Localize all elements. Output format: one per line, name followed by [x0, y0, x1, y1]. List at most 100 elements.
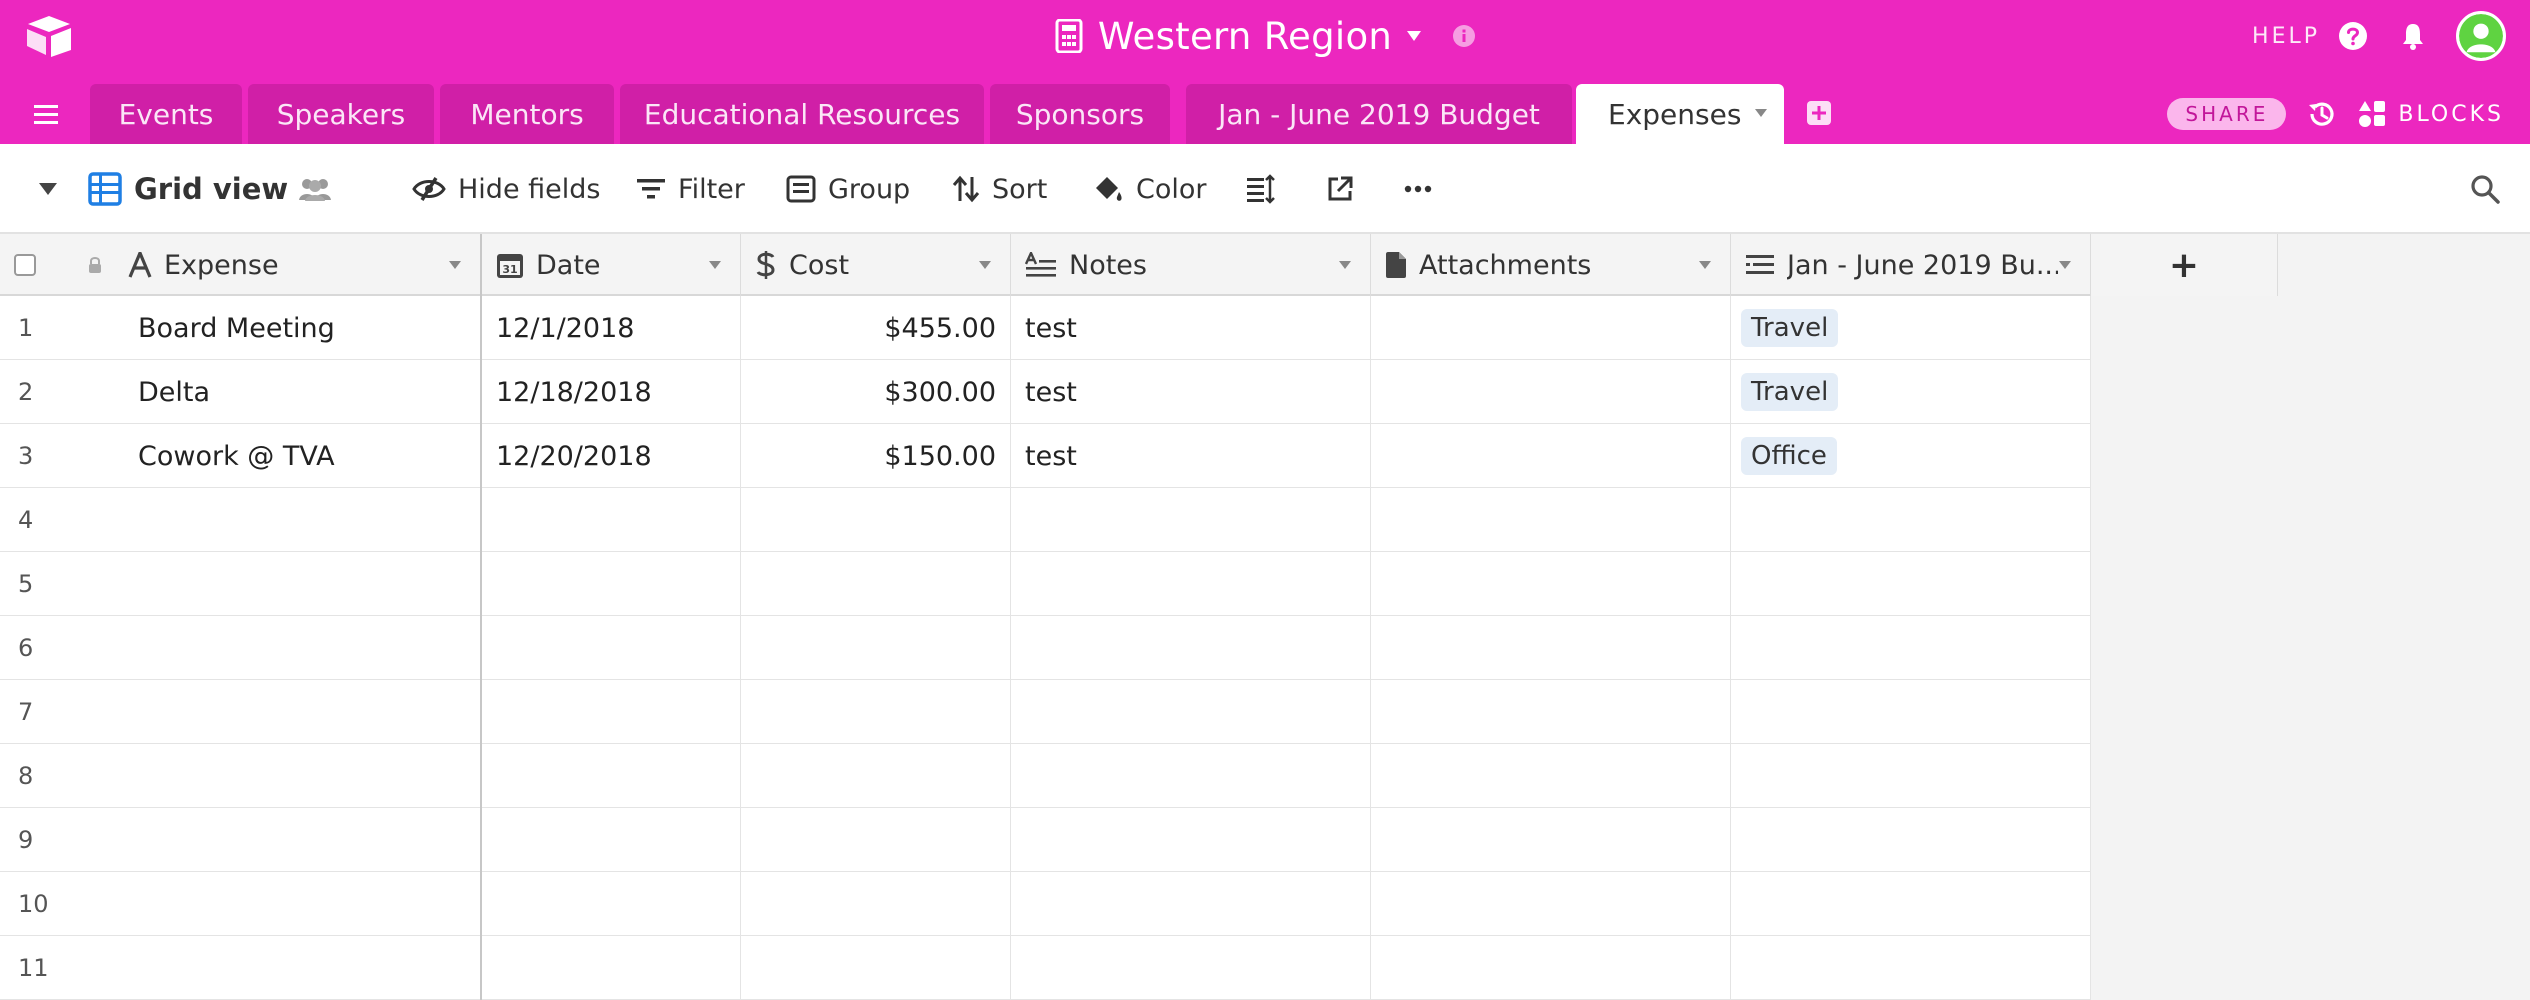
- expense-cell[interactable]: [80, 552, 482, 616]
- date-cell[interactable]: [482, 936, 741, 1000]
- notes-cell[interactable]: [1011, 680, 1371, 744]
- tab-mentors[interactable]: Mentors: [440, 84, 614, 144]
- date-cell[interactable]: 12/1/2018: [482, 296, 741, 360]
- date-cell[interactable]: [482, 616, 741, 680]
- attachments-cell[interactable]: [1371, 872, 1731, 936]
- expense-cell[interactable]: [80, 616, 482, 680]
- tab-sponsors[interactable]: Sponsors: [990, 84, 1170, 144]
- help-icon[interactable]: [2338, 21, 2368, 51]
- linked-record-pill[interactable]: Travel: [1741, 373, 1839, 411]
- notes-cell[interactable]: test: [1011, 360, 1371, 424]
- chevron-down-icon[interactable]: [2058, 260, 2072, 270]
- more-options-button[interactable]: [1404, 144, 1432, 234]
- cost-cell[interactable]: [741, 744, 1011, 808]
- expense-cell[interactable]: [80, 744, 482, 808]
- notes-cell[interactable]: test: [1011, 296, 1371, 360]
- expense-cell[interactable]: [80, 680, 482, 744]
- column-header-budget-link[interactable]: Jan - June 2019 Bu...: [1731, 234, 2091, 296]
- budget-link-cell[interactable]: [1731, 488, 2091, 552]
- table-row[interactable]: 7: [0, 680, 2091, 744]
- history-icon[interactable]: [2306, 98, 2338, 130]
- menu-icon[interactable]: [32, 104, 62, 126]
- tab-budget[interactable]: Jan - June 2019 Budget: [1186, 84, 1572, 144]
- expense-cell[interactable]: Cowork @ TVA: [80, 424, 482, 488]
- add-table-icon[interactable]: [1806, 100, 1832, 126]
- sort-button[interactable]: Sort: [952, 144, 1047, 234]
- attachments-cell[interactable]: [1371, 936, 1731, 1000]
- view-collaborators[interactable]: [298, 144, 332, 234]
- expense-cell[interactable]: [80, 872, 482, 936]
- base-title[interactable]: Western Region: [1098, 15, 1392, 58]
- date-cell[interactable]: [482, 744, 741, 808]
- grid-view-selector[interactable]: Grid view: [88, 144, 288, 234]
- notes-cell[interactable]: [1011, 488, 1371, 552]
- row-height-button[interactable]: [1246, 144, 1276, 234]
- column-header-cost[interactable]: Cost: [741, 234, 1011, 296]
- budget-link-cell[interactable]: [1731, 872, 2091, 936]
- date-cell[interactable]: [482, 488, 741, 552]
- budget-link-cell[interactable]: [1731, 744, 2091, 808]
- attachments-cell[interactable]: [1371, 808, 1731, 872]
- expense-cell[interactable]: [80, 936, 482, 1000]
- cost-cell[interactable]: [741, 808, 1011, 872]
- bell-icon[interactable]: [2398, 21, 2428, 51]
- table-row[interactable]: 9: [0, 808, 2091, 872]
- attachments-cell[interactable]: [1371, 616, 1731, 680]
- cost-cell[interactable]: $150.00: [741, 424, 1011, 488]
- cost-cell[interactable]: $300.00: [741, 360, 1011, 424]
- cost-cell[interactable]: [741, 936, 1011, 1000]
- filter-button[interactable]: Filter: [636, 144, 745, 234]
- attachments-cell[interactable]: [1371, 552, 1731, 616]
- chevron-down-icon[interactable]: [1406, 30, 1422, 42]
- notes-cell[interactable]: [1011, 616, 1371, 680]
- table-row[interactable]: 3 Cowork @ TVA 12/20/2018 $150.00 test O…: [0, 424, 2091, 488]
- date-cell[interactable]: 12/20/2018: [482, 424, 741, 488]
- share-button[interactable]: SHARE: [2167, 98, 2287, 130]
- budget-link-cell[interactable]: [1731, 616, 2091, 680]
- color-button[interactable]: Color: [1092, 144, 1207, 234]
- table-row[interactable]: 8: [0, 744, 2091, 808]
- linked-record-pill[interactable]: Office: [1741, 437, 1837, 475]
- column-header-expense[interactable]: Expense: [80, 234, 482, 296]
- attachments-cell[interactable]: [1371, 360, 1731, 424]
- notes-cell[interactable]: [1011, 808, 1371, 872]
- tab-events[interactable]: Events: [90, 84, 242, 144]
- cost-cell[interactable]: [741, 680, 1011, 744]
- chevron-down-icon[interactable]: [1338, 260, 1352, 270]
- budget-link-cell[interactable]: [1731, 808, 2091, 872]
- cost-cell[interactable]: [741, 872, 1011, 936]
- table-row[interactable]: 2 Delta 12/18/2018 $300.00 test Travel: [0, 360, 2091, 424]
- budget-link-cell[interactable]: Travel: [1731, 360, 2091, 424]
- attachments-cell[interactable]: [1371, 680, 1731, 744]
- date-cell[interactable]: [482, 808, 741, 872]
- table-row[interactable]: 4: [0, 488, 2091, 552]
- chevron-down-icon[interactable]: [978, 260, 992, 270]
- avatar[interactable]: [2456, 11, 2506, 61]
- date-cell[interactable]: [482, 552, 741, 616]
- view-switcher-toggle[interactable]: [38, 144, 58, 234]
- help-link[interactable]: HELP: [2252, 24, 2320, 49]
- expense-cell[interactable]: [80, 808, 482, 872]
- search-button[interactable]: [2470, 144, 2500, 234]
- expense-cell[interactable]: [80, 488, 482, 552]
- expense-cell[interactable]: Board Meeting: [80, 296, 482, 360]
- budget-link-cell[interactable]: Travel: [1731, 296, 2091, 360]
- budget-link-cell[interactable]: [1731, 680, 2091, 744]
- cost-cell[interactable]: [741, 552, 1011, 616]
- budget-link-cell[interactable]: Office: [1731, 424, 2091, 488]
- notes-cell[interactable]: [1011, 872, 1371, 936]
- chevron-down-icon[interactable]: [708, 260, 722, 270]
- column-header-date[interactable]: 31 Date: [482, 234, 741, 296]
- column-header-attachments[interactable]: Attachments: [1371, 234, 1731, 296]
- info-icon[interactable]: [1452, 24, 1476, 48]
- select-all-checkbox[interactable]: [14, 254, 36, 276]
- date-cell[interactable]: [482, 872, 741, 936]
- blocks-button[interactable]: BLOCKS: [2358, 99, 2504, 129]
- cost-cell[interactable]: [741, 616, 1011, 680]
- table-row[interactable]: 5: [0, 552, 2091, 616]
- date-cell[interactable]: 12/18/2018: [482, 360, 741, 424]
- notes-cell[interactable]: test: [1011, 424, 1371, 488]
- date-cell[interactable]: [482, 680, 741, 744]
- table-row[interactable]: 1 Board Meeting 12/1/2018 $455.00 test T…: [0, 296, 2091, 360]
- linked-record-pill[interactable]: Travel: [1741, 309, 1839, 347]
